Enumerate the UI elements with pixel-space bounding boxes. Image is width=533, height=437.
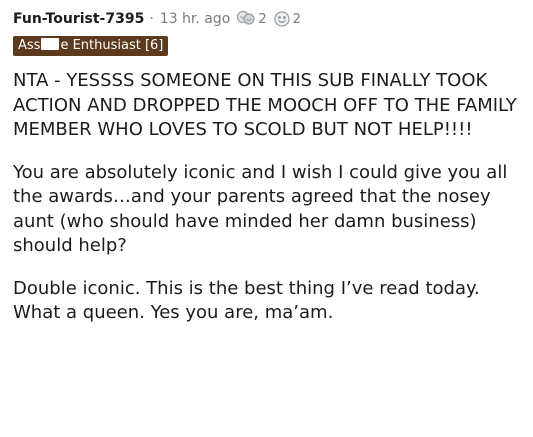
username-link[interactable]: Fun-Tourist-7395	[13, 11, 144, 27]
meta-separator: ·	[149, 11, 154, 27]
comment-paragraph: NTA - YESSSS SOMEONE ON THIS SUB FINALLY…	[13, 70, 517, 140]
flair-text-start: Ass	[18, 38, 41, 53]
award-helpful[interactable]: 2	[236, 10, 267, 28]
award-helpful-count: 2	[258, 11, 267, 27]
timestamp-link[interactable]: 13 hr. ago	[160, 11, 231, 27]
comment-paragraph: Double iconic. This is the best thing I’…	[13, 277, 480, 324]
award-wholesome[interactable]: 2	[273, 10, 301, 28]
comment: Fun-Tourist-7395 · 13 hr. ago 2 2 Ass e …	[13, 8, 523, 344]
comment-paragraph: You are absolutely iconic and I wish I c…	[13, 161, 508, 257]
flair-text-end: e Enthusiast [6]	[60, 38, 164, 53]
user-flair: Ass e Enthusiast [6]	[13, 36, 169, 56]
wholesome-award-icon	[273, 11, 290, 27]
flair-redaction	[41, 38, 60, 50]
comment-body: NTA - YESSSS SOMEONE ON THIS SUB FINALLY…	[13, 69, 523, 326]
helpful-award-icon	[237, 10, 255, 25]
comment-meta: Fun-Tourist-7395 · 13 hr. ago 2 2	[13, 8, 523, 30]
award-wholesome-count: 2	[292, 11, 301, 27]
